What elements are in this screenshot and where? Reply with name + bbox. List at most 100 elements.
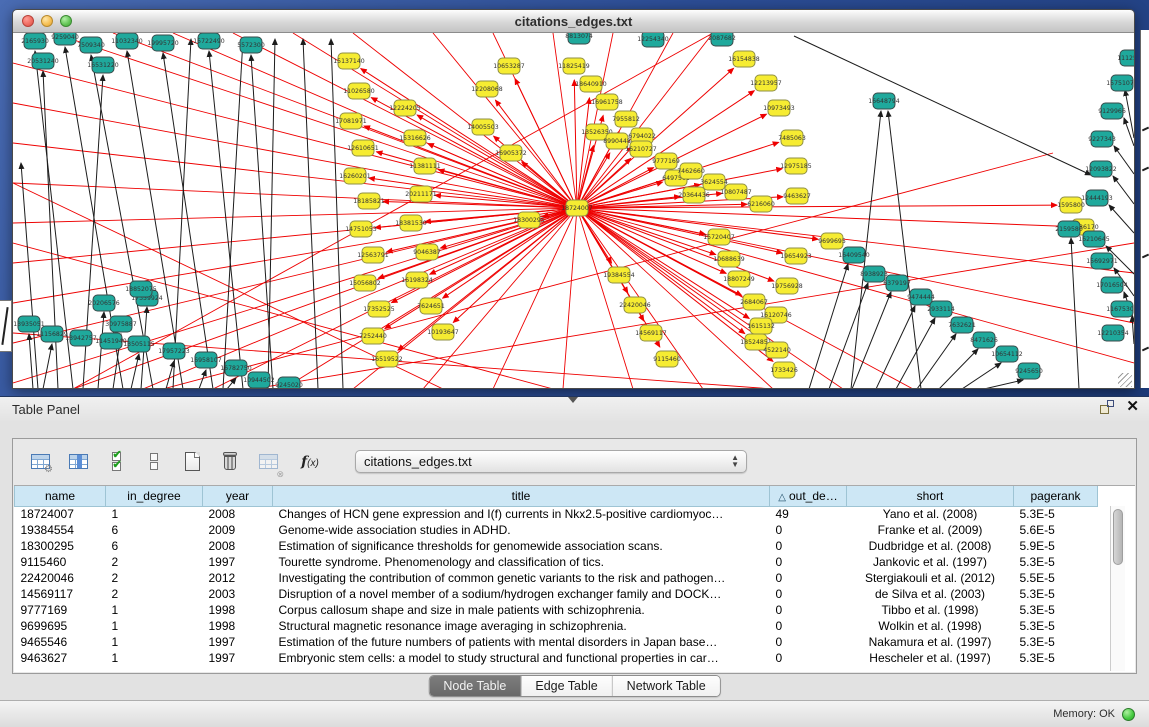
- table-cell[interactable]: Disruption of a novel member of a sodium…: [273, 586, 770, 602]
- unselect-all-columns-button[interactable]: [141, 448, 167, 476]
- table-cell[interactable]: 1: [106, 506, 203, 522]
- graph-node[interactable]: 11032340: [111, 33, 143, 49]
- graph-node[interactable]: 9777169: [652, 153, 680, 169]
- table-cell[interactable]: 2003: [203, 586, 273, 602]
- graph-node[interactable]: 11825419: [558, 58, 590, 74]
- graph-node[interactable]: 2684067: [740, 294, 768, 310]
- table-cell[interactable]: 0: [770, 586, 847, 602]
- graph-node[interactable]: 16958107: [190, 352, 222, 368]
- table-cell[interactable]: 9115460: [15, 554, 106, 570]
- graph-node[interactable]: 18807249: [723, 271, 755, 287]
- table-cell[interactable]: 9465546: [15, 634, 106, 650]
- table-cell[interactable]: 5.3E-5: [1014, 506, 1098, 522]
- table-cell[interactable]: Estimation of the future numbers of pati…: [273, 634, 770, 650]
- table-cell[interactable]: 5.3E-5: [1014, 602, 1098, 618]
- graph-node[interactable]: 13505115: [123, 336, 155, 352]
- table-cell[interactable]: 2: [106, 554, 203, 570]
- table-cell[interactable]: 0: [770, 538, 847, 554]
- table-cell[interactable]: 2012: [203, 570, 273, 586]
- table-cell[interactable]: 5.5E-5: [1014, 570, 1098, 586]
- graph-node[interactable]: 11675300: [1106, 301, 1134, 317]
- table-row[interactable]: 1938455462009Genome-wide association stu…: [15, 522, 1098, 538]
- table-cell[interactable]: 5.9E-5: [1014, 538, 1098, 554]
- table-cell[interactable]: Investigating the contribution of common…: [273, 570, 770, 586]
- graph-node[interactable]: 9699695: [818, 233, 846, 249]
- graph-node[interactable]: 12208068: [471, 81, 503, 97]
- table-row[interactable]: 1872400712008Changes of HCN gene express…: [15, 506, 1098, 522]
- graph-node[interactable]: 14751053: [345, 221, 377, 237]
- graph-node[interactable]: 11451940: [95, 333, 127, 349]
- table-cell[interactable]: 2008: [203, 538, 273, 554]
- table-row[interactable]: 946554611997Estimation of the future num…: [15, 634, 1098, 650]
- tab-network-table[interactable]: Network Table: [613, 676, 720, 696]
- graph-node[interactable]: 15722490: [193, 33, 225, 49]
- table-cell[interactable]: 5.3E-5: [1014, 650, 1098, 666]
- table-row[interactable]: 977716911998Corpus callosum shape and si…: [15, 602, 1098, 618]
- graph-node[interactable]: 16154838: [728, 51, 760, 67]
- graph-node[interactable]: 15056802: [349, 275, 381, 291]
- table-cell[interactable]: Franke et al. (2009): [847, 522, 1014, 538]
- graph-node[interactable]: 12254340: [637, 33, 669, 47]
- split-pane-handle[interactable]: [568, 397, 578, 403]
- column-header-pagerank[interactable]: pagerank: [1014, 486, 1098, 506]
- graph-node[interactable]: 10654112: [991, 346, 1023, 362]
- graph-node[interactable]: 9227343: [1088, 131, 1116, 147]
- close-panel-icon[interactable]: ✕: [1126, 400, 1139, 414]
- table-cell[interactable]: Embryonic stem cells: a model to study s…: [273, 650, 770, 666]
- table-cell[interactable]: Jankovic et al. (1997): [847, 554, 1014, 570]
- table-cell[interactable]: Structural magnetic resonance image aver…: [273, 618, 770, 634]
- table-cell[interactable]: 5.3E-5: [1014, 618, 1098, 634]
- table-cell[interactable]: Changes of HCN gene expression and I(f) …: [273, 506, 770, 522]
- table-cell[interactable]: Wolkin et al. (1998): [847, 618, 1014, 634]
- select-all-columns-button[interactable]: ✔ ✔: [103, 448, 129, 476]
- graph-node[interactable]: 20211171: [405, 186, 437, 202]
- table-cell[interactable]: 9777169: [15, 602, 106, 618]
- table-cell[interactable]: 22420046: [15, 570, 106, 586]
- table-cell[interactable]: 14569117: [15, 586, 106, 602]
- graph-node[interactable]: 18381530: [395, 215, 427, 231]
- graph-node[interactable]: 10653287: [493, 58, 525, 74]
- table-cell[interactable]: 0: [770, 618, 847, 634]
- graph-node[interactable]: 9245650: [1015, 363, 1043, 379]
- citation-graph[interactable]: 1872400715137140110265801708197112610651…: [13, 33, 1134, 389]
- window-titlebar[interactable]: citations_edges.txt: [13, 10, 1134, 33]
- table-cell[interactable]: 18724007: [15, 506, 106, 522]
- table-row[interactable]: 946362711997Embryonic stem cells: a mode…: [15, 650, 1098, 666]
- graph-node[interactable]: 16648794: [868, 93, 900, 109]
- table-cell[interactable]: 2009: [203, 522, 273, 538]
- graph-node[interactable]: 10973493: [763, 100, 795, 116]
- graph-node[interactable]: 7485063: [778, 130, 806, 146]
- table-cell[interactable]: 9699695: [15, 618, 106, 634]
- graph-node[interactable]: 19654923: [780, 248, 812, 264]
- table-cell[interactable]: 18300295: [15, 538, 106, 554]
- table-cell[interactable]: 0: [770, 650, 847, 666]
- graph-node[interactable]: 16782750: [220, 360, 252, 376]
- table-cell[interactable]: Hescheler et al. (1997): [847, 650, 1014, 666]
- graph-node[interactable]: 16198324: [401, 272, 433, 288]
- graph-node[interactable]: 12213957: [750, 75, 782, 91]
- graph-node[interactable]: 7624651: [417, 298, 445, 314]
- graph-node[interactable]: 9245020: [275, 377, 303, 389]
- graph-node[interactable]: 10193647: [427, 324, 459, 340]
- table-cell[interactable]: 6: [106, 538, 203, 554]
- table-cell[interactable]: 5.3E-5: [1014, 554, 1098, 570]
- column-header-in_degree[interactable]: in_degree: [106, 486, 203, 506]
- table-cell[interactable]: 0: [770, 634, 847, 650]
- graph-node[interactable]: 1733426: [770, 362, 798, 378]
- graph-node[interactable]: 9129966: [1098, 103, 1126, 119]
- window-resize-grip[interactable]: [1118, 373, 1132, 387]
- graph-node[interactable]: 30975887: [105, 316, 137, 332]
- table-cell[interactable]: 49: [770, 506, 847, 522]
- graph-node[interactable]: 2165930: [21, 33, 49, 49]
- graph-node[interactable]: 13935051: [13, 316, 45, 332]
- minimize-window-button[interactable]: [41, 15, 53, 27]
- graph-node[interactable]: 7632621: [948, 317, 976, 333]
- graph-node[interactable]: 7252440: [359, 328, 387, 344]
- graph-node[interactable]: 15720407: [703, 229, 735, 245]
- table-cell[interactable]: 1997: [203, 650, 273, 666]
- table-row[interactable]: 1456911722003Disruption of a novel membe…: [15, 586, 1098, 602]
- graph-node[interactable]: 9463627: [783, 188, 811, 204]
- table-cell[interactable]: 6: [106, 522, 203, 538]
- graph-node[interactable]: 16210645: [1078, 231, 1110, 247]
- table-cell[interactable]: 1: [106, 650, 203, 666]
